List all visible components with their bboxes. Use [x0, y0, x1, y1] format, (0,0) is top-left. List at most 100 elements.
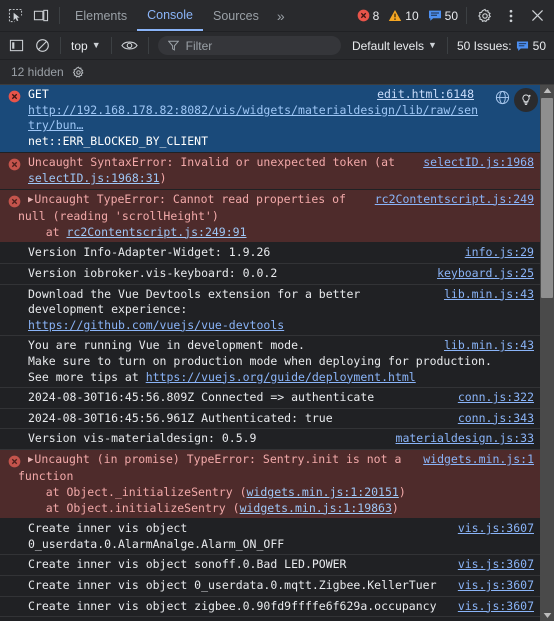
console-message-row[interactable]: You are running Vue in development mode.…: [0, 336, 540, 389]
message-line-1: Download the Vue Devtools extension for …: [28, 286, 361, 301]
message-line-3: net::ERR_BLOCKED_BY_CLIENT: [28, 133, 209, 148]
message-body: You are running Vue in development mode.…: [28, 338, 540, 385]
ask-ai-lightbulb-icon[interactable]: [514, 88, 538, 112]
issues-counter[interactable]: 50: [425, 9, 461, 23]
message-stack-link-2[interactable]: widgets.min.js:1:19863: [240, 501, 392, 515]
console-message-row[interactable]: ▶Uncaught (in promise) TypeError: Sentry…: [0, 449, 540, 520]
execution-context-selector[interactable]: top ▼: [66, 36, 106, 56]
message-source-link[interactable]: vis.js:3607: [458, 521, 534, 537]
message-source-link[interactable]: conn.js:343: [458, 411, 534, 427]
message-body: Download the Vue Devtools extension for …: [28, 287, 540, 334]
close-icon[interactable]: [524, 3, 550, 29]
message-source-link[interactable]: vis.js:3607: [458, 557, 534, 573]
console-message-row[interactable]: Version vis-materialdesign: 0.5.9 materi…: [0, 429, 540, 450]
message-line-3: https://github.com/vuejs/vue-devtools: [28, 318, 436, 334]
filterbar-divider-4: [446, 37, 448, 54]
message-body: GET http://192.168.178.82:8082/vis/widge…: [28, 87, 540, 149]
message-request-url[interactable]: http://192.168.178.82:8082/vis/widgets/m…: [28, 103, 480, 134]
expand-triangle-icon[interactable]: ▶: [28, 453, 33, 469]
tab-sources[interactable]: Sources: [203, 0, 269, 31]
message-body: ▶Uncaught (in promise) TypeError: Sentry…: [18, 452, 540, 516]
message-line-1: ▶Uncaught TypeError: Cannot read propert…: [28, 192, 400, 210]
message-stack-link[interactable]: rc2Contentscript.js:249:91: [66, 225, 246, 239]
console-message-row[interactable]: Create inner vis object zigbee.0.90fd9ff…: [0, 597, 540, 618]
message-source-link[interactable]: keyboard.js:25: [437, 266, 534, 282]
gear-icon-hidden[interactable]: [72, 65, 85, 79]
message-source-link[interactable]: lib.min.js:43: [444, 338, 534, 354]
message-gutter: [0, 390, 28, 406]
console-scrollbar[interactable]: [540, 85, 554, 621]
scroll-up-arrow[interactable]: [540, 85, 554, 96]
message-body: Uncaught SyntaxError: Invalid or unexpec…: [28, 155, 540, 186]
tab-elements[interactable]: Elements: [65, 0, 137, 31]
message-body: Create inner vis object 0_userdata.0.Ala…: [28, 521, 540, 552]
log-levels-selector[interactable]: Default levels ▼: [347, 36, 442, 56]
message-body: Version iobroker.vis-keyboard: 0.0.2 key…: [28, 266, 540, 282]
message-line-2: function: [18, 469, 74, 484]
message-source-link[interactable]: conn.js:322: [458, 390, 534, 406]
message-line-2: selectID.js:1968:31): [28, 170, 167, 185]
message-source-link[interactable]: vis.js:3607: [458, 578, 534, 594]
message-line-3: See more tips at https://vuejs.org/guide…: [28, 370, 534, 386]
message-source-link[interactable]: widgets.min.js:1: [423, 452, 534, 468]
more-tabs-icon[interactable]: »: [269, 0, 292, 31]
device-toolbar-icon[interactable]: [28, 3, 54, 29]
console-message-row[interactable]: Create inner vis object 0_userdata.0.mqt…: [0, 576, 540, 597]
message-source-link[interactable]: selectID.js:1968: [423, 155, 534, 171]
message-body: 2024-08-30T16:45:56.961Z Authenticated: …: [28, 411, 540, 427]
console-message-row[interactable]: Uncaught SyntaxError: Invalid or unexpec…: [0, 153, 540, 190]
message-gutter: [0, 578, 28, 594]
message-source-link[interactable]: vis.js:3607: [458, 599, 534, 615]
gear-icon[interactable]: [472, 3, 498, 29]
message-inline-link[interactable]: https://vuejs.org/guide/deployment.html: [146, 370, 416, 384]
message-line-1: Version Info-Adapter-Widget: 1.9.26: [28, 245, 271, 260]
message-gutter: [0, 338, 28, 385]
console-sidebar-icon[interactable]: [3, 33, 29, 59]
message-source-link[interactable]: materialdesign.js:33: [396, 431, 534, 447]
console-message-row[interactable]: Create inner vis object 0_userdata.0.Ala…: [0, 519, 540, 556]
scrollbar-track[interactable]: [540, 96, 554, 610]
console-message-row[interactable]: 2024-08-30T16:45:56.961Z Authenticated: …: [0, 409, 540, 430]
message-line-2: null (reading 'scrollHeight'): [18, 209, 219, 224]
console-message-row[interactable]: ▶Uncaught TypeError: Cannot read propert…: [0, 189, 540, 244]
warning-triangle-icon: [388, 9, 402, 22]
scrollbar-thumb[interactable]: [541, 98, 553, 298]
message-source-link[interactable]: rc2Contentscript.js:249: [375, 192, 534, 208]
warning-counter[interactable]: 10: [385, 9, 421, 23]
console-message-row[interactable]: GET http://192.168.178.82:8082/vis/widge…: [0, 85, 540, 154]
error-counter[interactable]: 8: [354, 9, 383, 23]
console-message-row[interactable]: Version Info-Adapter-Widget: 1.9.26 info…: [0, 243, 540, 264]
expand-triangle-icon[interactable]: ▶: [28, 193, 33, 209]
console-message-row[interactable]: Create inner vis object sonoff.0.Bad LED…: [0, 555, 540, 577]
message-stack-link[interactable]: selectID.js:1968:31: [28, 171, 160, 185]
message-body: ▶Uncaught TypeError: Cannot read propert…: [18, 192, 540, 241]
message-line-1: 2024-08-30T16:45:56.809Z Connected => au…: [28, 390, 375, 405]
filter-input[interactable]: Filter: [157, 36, 341, 55]
console-filter-toolbar: top ▼ Filter Default levels ▼ 50 Issues:…: [0, 32, 554, 60]
message-source-link[interactable]: info.js:29: [465, 245, 534, 261]
warning-count-label: 10: [405, 8, 419, 23]
message-body: Version vis-materialdesign: 0.5.9 materi…: [28, 431, 540, 447]
message-stack-link[interactable]: widgets.min.js:1:20151: [247, 485, 399, 499]
console-message-row[interactable]: Version iobroker.vis-keyboard: 0.0.2 key…: [0, 264, 540, 285]
message-line-1: Create inner vis object sonoff.0.Bad LED…: [28, 557, 347, 572]
hidden-messages-bar: 12 hidden: [0, 60, 554, 85]
message-line-2: 0_userdata.0.AlarmAnalge.Alarm_ON_OFF: [28, 536, 285, 551]
message-source-link[interactable]: edit.html:6148: [377, 87, 474, 103]
kebab-menu-icon[interactable]: [498, 3, 524, 29]
console-message-row[interactable]: 2024-08-30T16:45:56.809Z Connected => au…: [0, 388, 540, 409]
live-expression-eye-icon[interactable]: [117, 33, 143, 59]
issues-bar-link[interactable]: 50 Issues: 50: [453, 39, 550, 53]
scroll-down-arrow[interactable]: [540, 610, 554, 621]
message-source-link[interactable]: lib.min.js:43: [444, 287, 534, 303]
console-message-row[interactable]: Create inner vis object wled.0.40915151e…: [0, 617, 540, 621]
inspect-element-icon[interactable]: [2, 3, 28, 29]
clear-console-icon[interactable]: [29, 33, 55, 59]
tab-console[interactable]: Console: [137, 0, 203, 31]
message-inline-link[interactable]: https://github.com/vuejs/vue-devtools: [28, 318, 284, 332]
console-message-row[interactable]: Download the Vue Devtools extension for …: [0, 285, 540, 337]
network-globe-icon[interactable]: [495, 90, 510, 105]
console-message-list[interactable]: GET http://192.168.178.82:8082/vis/widge…: [0, 85, 554, 621]
message-body: Create inner vis object 0_userdata.0.mqt…: [28, 578, 540, 594]
message-line-1-text: Uncaught TypeError: Cannot read properti…: [34, 191, 346, 206]
